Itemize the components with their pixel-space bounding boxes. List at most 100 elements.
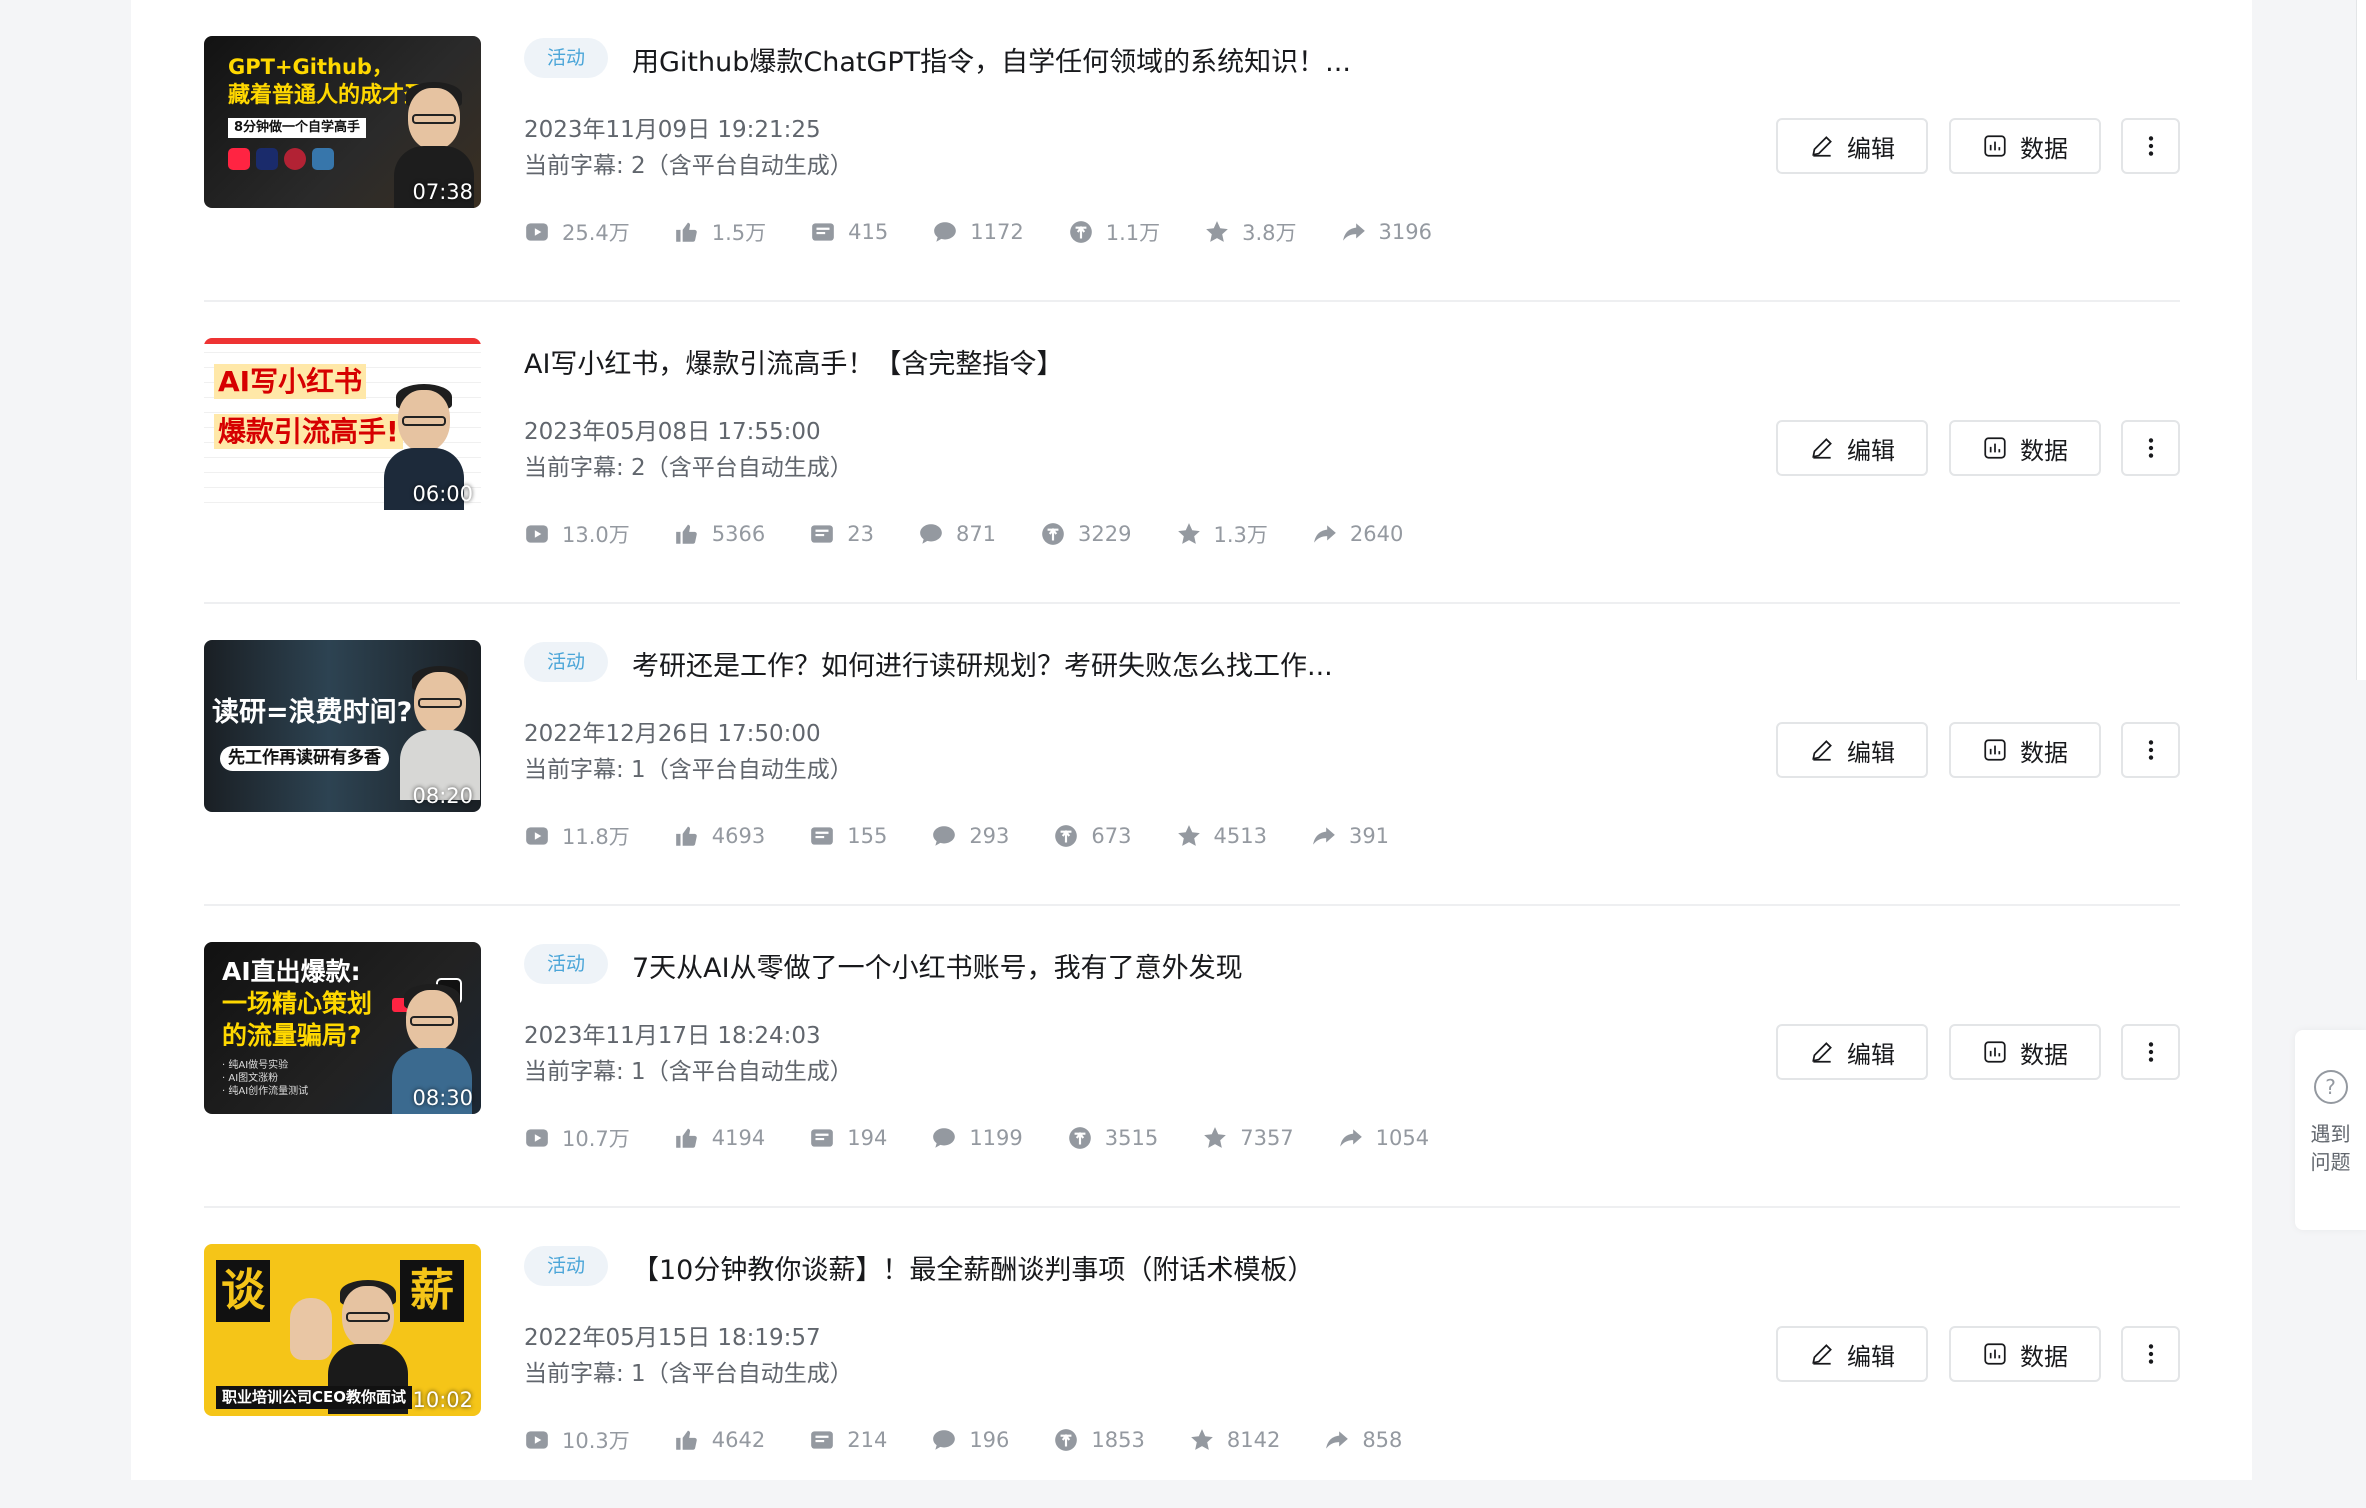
stat-comments: 871: [918, 521, 996, 547]
thumb-up-icon: [675, 1128, 697, 1148]
stat-favorites: 8142: [1189, 1427, 1280, 1453]
edit-button[interactable]: 编辑: [1776, 118, 1928, 174]
thumb-up-icon: [675, 826, 697, 846]
publish-date: 2022年12月26日 17:50:00: [524, 721, 821, 747]
edit-button[interactable]: 编辑: [1776, 722, 1928, 778]
thumbnail-caption: 爆款引流高手!: [214, 414, 403, 449]
stat-views: 10.3万: [524, 1425, 630, 1455]
edit-button[interactable]: 编辑: [1776, 1326, 1928, 1382]
stat-likes: 4642: [674, 1427, 765, 1453]
comment-icon: [933, 1430, 956, 1450]
thumbnail-caption: GPT+Github，: [228, 55, 393, 79]
stat-likes: 4194: [674, 1125, 765, 1151]
thumbnail-caption: 8分钟做一个自学高手: [228, 118, 367, 139]
pencil-icon: [1812, 740, 1832, 761]
video-row: AI直出爆款: 一场精心策划 的流量骗局? · 纯AI做号实验 · AI图文涨粉…: [204, 906, 2180, 1208]
video-title[interactable]: 考研还是工作？如何进行读研规划？考研失败怎么找工作...: [632, 644, 1333, 683]
question-mark-icon: ?: [2313, 1070, 2348, 1104]
activity-badge: 活动: [524, 38, 608, 78]
video-stats: 10.3万 4642 214 196 1853 8142 858: [524, 1425, 1446, 1455]
subtitle-count: 当前字幕: 1（含平台自动生成）: [524, 757, 853, 783]
publish-date: 2023年11月09日 19:21:25: [524, 117, 821, 143]
play-icon: [526, 1129, 548, 1147]
stat-comments: 1172: [932, 219, 1024, 245]
more-options-button[interactable]: [2121, 118, 2180, 174]
data-button[interactable]: 数据: [1949, 1326, 2101, 1382]
stat-danmaku: 214: [809, 1427, 887, 1453]
more-options-button[interactable]: [2121, 420, 2180, 476]
thumbnail-caption: · 纯AI创作流量测试: [222, 1086, 309, 1097]
stat-comments: 196: [931, 1427, 1009, 1453]
thumbnail-caption: 薪: [400, 1260, 464, 1322]
share-icon: [1326, 1431, 1349, 1449]
danmaku-icon: [811, 525, 834, 543]
play-icon: [526, 223, 548, 241]
coin-icon: [1042, 523, 1064, 545]
star-icon: [1177, 523, 1200, 544]
data-button[interactable]: 数据: [1949, 118, 2101, 174]
video-thumbnail[interactable]: AI直出爆款: 一场精心策划 的流量骗局? · 纯AI做号实验 · AI图文涨粉…: [204, 942, 481, 1114]
thumbnail-caption: 职业培训公司CEO教你面试: [216, 1386, 413, 1409]
activity-badge: 活动: [524, 1246, 608, 1286]
share-icon: [1339, 1129, 1362, 1147]
scrollbar[interactable]: [2356, 0, 2366, 680]
video-thumbnail[interactable]: GPT+Github， 藏着普通人的成才圣经 8分钟做一个自学高手 07:38: [204, 36, 481, 208]
video-thumbnail[interactable]: 读研=浪费时间? 先工作再读研有多香 08:20: [204, 640, 481, 812]
star-icon: [1177, 825, 1200, 846]
thumb-up-icon: [675, 524, 697, 544]
chart-icon: [1984, 135, 2006, 157]
danmaku-icon: [811, 1431, 834, 1449]
more-vertical-icon: [2148, 1042, 2153, 1062]
video-row: 读研=浪费时间? 先工作再读研有多香 08:20 活动 考研还是工作？如何进行读…: [204, 604, 2180, 906]
comment-icon: [933, 1128, 956, 1148]
video-row: AI写小红书 爆款引流高手! 06:00 AI写小红书，爆款引流高手！【含完整指…: [204, 302, 2180, 604]
video-title[interactable]: 用Github爆款ChatGPT指令，自学任何领域的系统知识！...: [632, 40, 1351, 79]
edit-button[interactable]: 编辑: [1776, 1024, 1928, 1080]
stat-shares: 2640: [1312, 521, 1403, 547]
more-options-button[interactable]: [2121, 722, 2180, 778]
video-thumbnail[interactable]: AI写小红书 爆款引流高手! 06:00: [204, 338, 481, 510]
stat-views: 13.0万: [524, 519, 630, 549]
chart-icon: [1984, 437, 2006, 459]
stat-favorites: 7357: [1202, 1125, 1294, 1151]
video-title[interactable]: 【10分钟教你谈薪】！最全薪酬谈判事项（附话术模板）: [632, 1248, 1314, 1287]
data-button[interactable]: 数据: [1949, 1024, 2101, 1080]
video-title[interactable]: AI写小红书，爆款引流高手！【含完整指令】: [524, 342, 1063, 381]
comment-icon: [934, 222, 957, 242]
video-title[interactable]: 7天从AI从零做了一个小红书账号，我有了意外发现: [632, 946, 1243, 985]
help-widget[interactable]: ? 遇到问题: [2295, 1030, 2366, 1230]
thumbnail-caption: 先工作再读研有多香: [220, 746, 389, 772]
danmaku-icon: [811, 827, 834, 845]
stat-views: 10.7万: [524, 1123, 630, 1153]
stat-favorites: 3.8万: [1204, 217, 1297, 247]
video-row: 谈 薪 职业培训公司CEO教你面试 10:02 活动 【10分钟教你谈薪】！最全…: [204, 1208, 2180, 1508]
subtitle-count: 当前字幕: 2（含平台自动生成）: [524, 153, 853, 179]
stat-danmaku: 415: [810, 219, 888, 245]
thumb-up-icon: [675, 1430, 697, 1450]
duration-label: 07:38: [412, 180, 473, 204]
stat-coins: 1.1万: [1068, 217, 1160, 247]
video-stats: 10.7万 4194 194 1199 3515 7357 1054: [524, 1123, 1473, 1153]
share-icon: [1314, 525, 1336, 543]
coin-icon: [1068, 1127, 1091, 1149]
play-icon: [526, 827, 548, 845]
edit-button[interactable]: 编辑: [1776, 420, 1928, 476]
more-options-button[interactable]: [2121, 1326, 2180, 1382]
data-button[interactable]: 数据: [1949, 420, 2101, 476]
thumbnail-caption: AI写小红书: [214, 364, 367, 399]
chart-icon: [1984, 1343, 2006, 1365]
video-thumbnail[interactable]: 谈 薪 职业培训公司CEO教你面试 10:02: [204, 1244, 481, 1416]
more-options-button[interactable]: [2121, 1024, 2180, 1080]
stat-coins: 673: [1053, 823, 1132, 849]
star-icon: [1204, 1127, 1227, 1148]
play-icon: [526, 1431, 548, 1449]
chart-icon: [1984, 739, 2006, 761]
data-button[interactable]: 数据: [1949, 722, 2101, 778]
video-list: GPT+Github， 藏着普通人的成才圣经 8分钟做一个自学高手 07:38 …: [204, 0, 2180, 1508]
help-label: 遇到问题: [2310, 1122, 2351, 1174]
thumbnail-caption: 的流量骗局?: [222, 1021, 362, 1050]
thumbnail-caption: AI直出爆款:: [222, 957, 361, 986]
publish-date: 2023年05月08日 17:55:00: [524, 419, 821, 445]
stat-likes: 1.5万: [674, 217, 766, 247]
subtitle-count: 当前字幕: 1（含平台自动生成）: [524, 1059, 853, 1085]
